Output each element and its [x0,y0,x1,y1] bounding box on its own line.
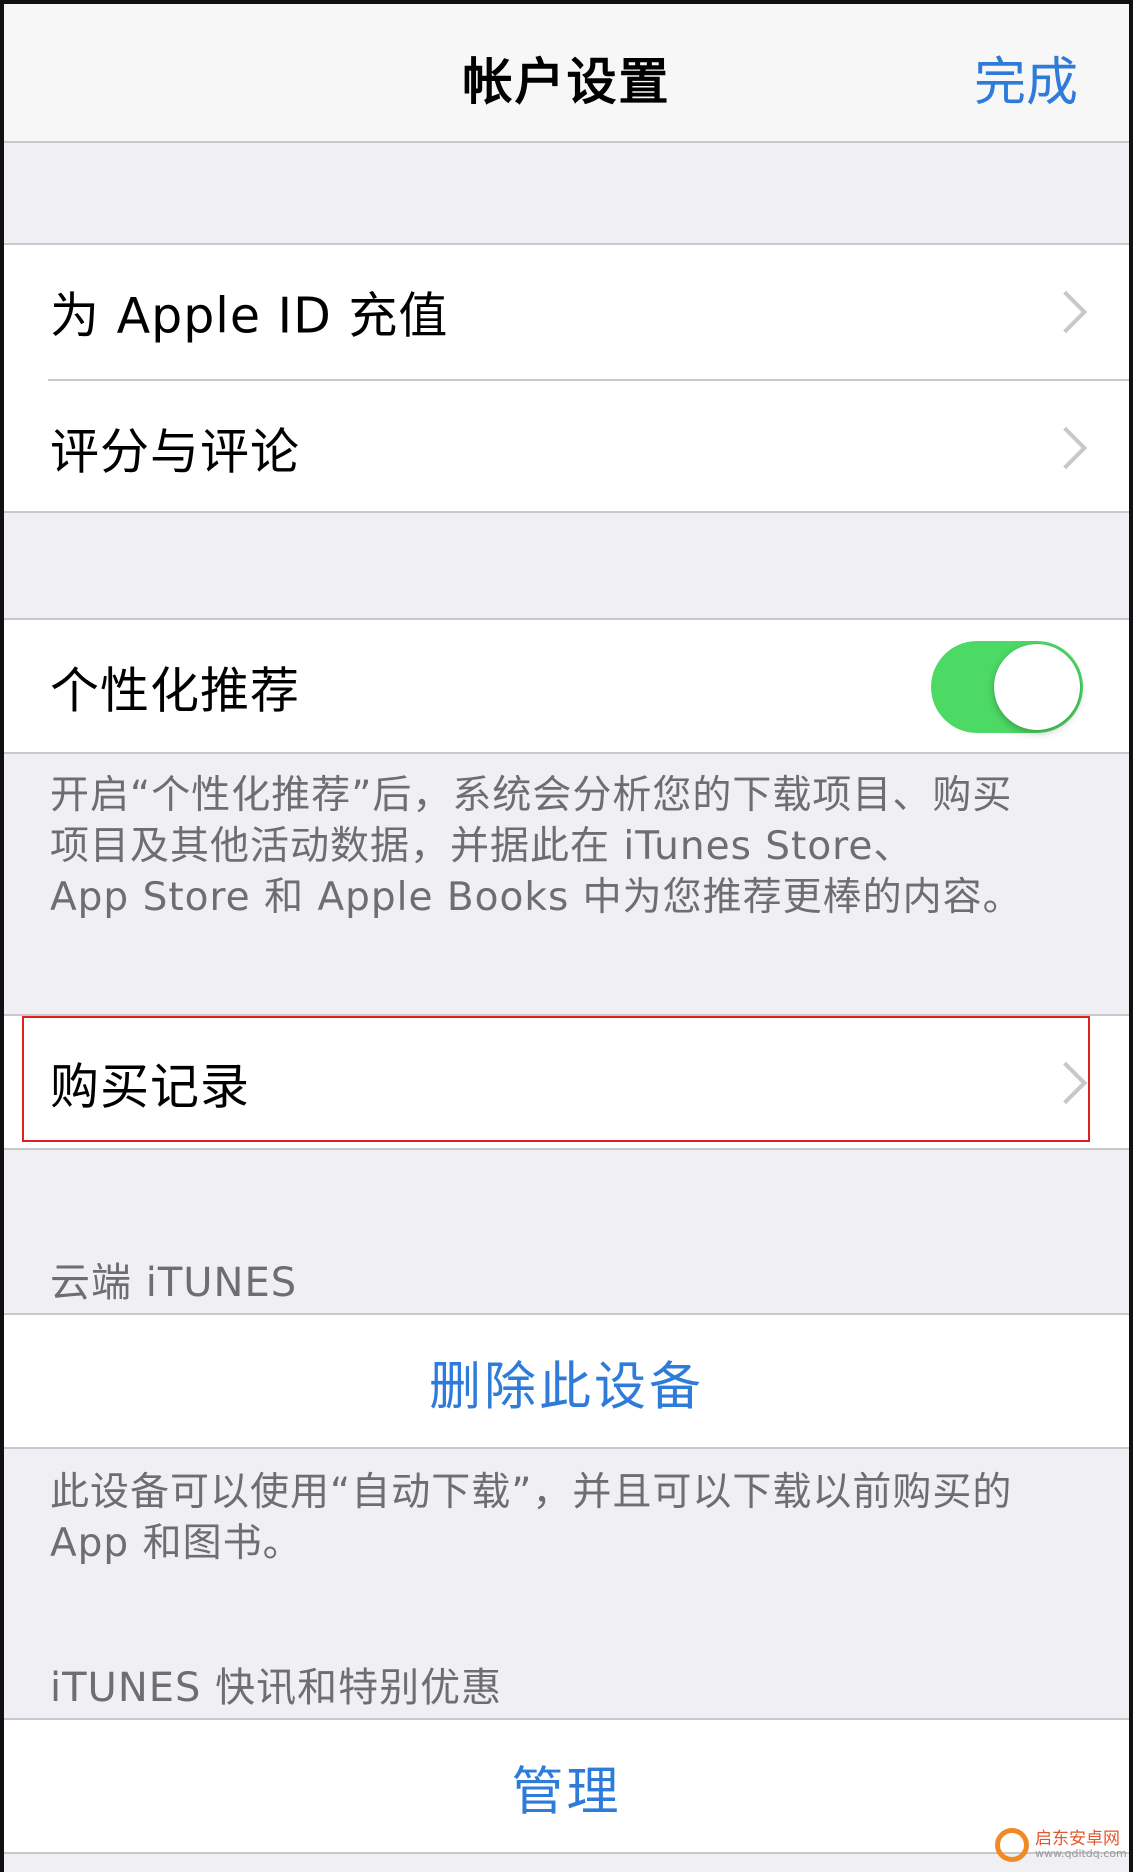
footnote-line: App 和图书。 [50,1521,303,1566]
footnote-line: 项目及其他活动数据，并据此在 iTunes Store、 [50,824,914,869]
watermark-logo: 启东安卓网 www.qdltdq.com [995,1822,1127,1870]
remove-device-row[interactable]: 删除此设备 [0,1315,1133,1449]
ratings-reviews-label: 评分与评论 [50,423,301,481]
navigation-bar: 帐户设置 完成 [0,0,1133,143]
done-button[interactable]: 完成 [974,40,1078,115]
remove-device-button[interactable]: 删除此设备 [0,1345,1133,1420]
watermark-icon [995,1828,1029,1862]
cloud-itunes-footnote: 此设备可以使用“自动下载”，并且可以下载以前购买的 App 和图书。 [50,1467,1093,1569]
personalized-recommendations-toggle[interactable] [931,641,1083,733]
chevron-right-icon [1044,426,1088,470]
watermark-url: www.qdltdq.com [1035,1847,1127,1860]
page-title: 帐户设置 [462,53,671,111]
chevron-right-icon [1044,1061,1088,1105]
cloud-itunes-header: 云端 iTUNES [50,1260,298,1306]
toggle-knob [994,644,1080,730]
footnote-line: 此设备可以使用“自动下载”，并且可以下载以前购买的 [50,1470,1013,1515]
personalized-recommendations-row: 个性化推荐 [0,620,1133,754]
account-group: 为 Apple ID 充值 评分与评论 [0,243,1133,513]
purchase-history-group: 购买记录 [0,1014,1133,1150]
manage-button[interactable]: 管理 [0,1750,1133,1825]
personalization-footnote: 开启“个性化推荐”后，系统会分析您的下载项目、购买 项目及其他活动数据，并据此在… [50,770,1093,923]
newsletter-header: iTUNES 快讯和特别优惠 [50,1665,503,1711]
manage-row[interactable]: 管理 [0,1720,1133,1854]
watermark-text: 启东安卓网 [1035,1829,1120,1849]
footnote-line: 开启“个性化推荐”后，系统会分析您的下载项目、购买 [50,773,1013,818]
footnote-line: App Store 和 Apple Books 中为您推荐更棒的内容。 [50,875,1023,920]
newsletter-group: 管理 [0,1718,1133,1854]
chevron-right-icon [1044,290,1088,334]
cloud-itunes-group: 删除此设备 [0,1313,1133,1449]
purchase-history-label: 购买记录 [50,1058,251,1116]
top-up-apple-id-row[interactable]: 为 Apple ID 充值 [0,245,1133,379]
top-up-apple-id-label: 为 Apple ID 充值 [50,287,449,345]
purchase-history-row[interactable]: 购买记录 [0,1016,1133,1150]
personalized-recommendations-label: 个性化推荐 [50,662,301,720]
personalization-group: 个性化推荐 [0,618,1133,754]
ratings-reviews-row[interactable]: 评分与评论 [0,381,1133,515]
